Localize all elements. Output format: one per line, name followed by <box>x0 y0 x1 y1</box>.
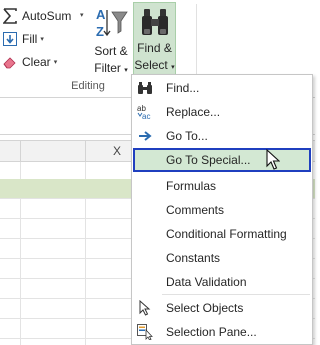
sort-filter-label-line1: Sort & <box>94 44 128 58</box>
svg-text:Z: Z <box>96 24 104 39</box>
svg-text:A: A <box>96 7 106 22</box>
svg-text:ac: ac <box>142 112 150 120</box>
menu-item-comments[interactable]: Comments <box>132 199 312 221</box>
menu-separator <box>162 294 310 295</box>
eraser-icon <box>2 54 18 70</box>
autosum-label: AutoSum <box>22 9 72 23</box>
menu-item-label: Go To Special... <box>166 153 251 167</box>
find-select-label-line2: Select ▾ <box>134 58 175 72</box>
fill-dropdown-arrow: ▾ <box>40 36 44 43</box>
menu-item-label: Select Objects <box>166 301 244 315</box>
menu-item-label: Data Validation <box>166 275 247 289</box>
column-header-spacer <box>0 141 20 161</box>
menu-item-label: Constants <box>166 251 221 265</box>
fill-down-icon <box>2 31 18 47</box>
menu-item-go-to[interactable]: Go To... <box>132 125 312 147</box>
select-objects-icon <box>137 300 153 316</box>
clear-button[interactable]: Clear ▾ <box>2 52 57 72</box>
binoculars-icon <box>137 80 153 96</box>
menu-item-conditional-formatting[interactable]: Conditional Formatting <box>132 223 312 245</box>
menu-item-select-objects[interactable]: Select Objects <box>132 297 312 319</box>
editing-group-label: Editing <box>71 80 105 92</box>
sort-filter-icon: A Z <box>94 6 128 40</box>
sigma-icon <box>2 8 18 24</box>
sort-filter-label-line2: Filter ▾ <box>94 61 128 75</box>
mouse-cursor-icon <box>266 148 281 171</box>
menu-item-constants[interactable]: Constants <box>132 247 312 269</box>
menu-item-label: Replace... <box>166 105 221 119</box>
clear-label: Clear <box>22 55 51 69</box>
find-select-label-line1: Find & <box>137 41 172 55</box>
menu-item-data-validation[interactable]: Data Validation <box>132 271 312 293</box>
sort-filter-button[interactable]: A Z Sort & Filter ▾ <box>91 4 131 76</box>
find-select-button[interactable]: Find & Select ▾ <box>133 2 176 76</box>
menu-item-replace[interactable]: ab ac Replace... <box>132 101 312 123</box>
autosum-dropdown-arrow[interactable]: ▾ <box>80 11 84 19</box>
arrow-right-icon <box>137 128 153 144</box>
find-select-menu: Find... ab ac Replace... Go To... Go To S… <box>131 74 313 345</box>
menu-item-label: Comments <box>166 203 225 217</box>
replace-icon: ab ac <box>137 104 153 120</box>
column-header-w[interactable] <box>20 141 85 161</box>
menu-item-go-to-special[interactable]: Go To Special... <box>133 148 311 172</box>
menu-item-formulas[interactable]: Formulas <box>132 175 312 197</box>
clear-dropdown-arrow: ▾ <box>53 59 58 66</box>
autosum-button[interactable]: AutoSum <box>2 6 71 26</box>
menu-item-label: Conditional Formatting <box>166 227 287 241</box>
menu-item-label: Go To... <box>166 129 208 143</box>
selection-pane-icon <box>137 324 153 340</box>
fill-button[interactable]: Fill ▾ <box>2 29 44 49</box>
menu-item-label: Formulas <box>166 179 217 193</box>
menu-item-label: Selection Pane... <box>166 325 257 339</box>
menu-item-selection-pane[interactable]: Selection Pane... <box>132 321 312 343</box>
menu-item-find[interactable]: Find... <box>132 77 312 99</box>
binoculars-icon <box>141 7 169 37</box>
fill-label: Fill <box>22 32 38 46</box>
menu-item-label: Find... <box>166 81 200 95</box>
